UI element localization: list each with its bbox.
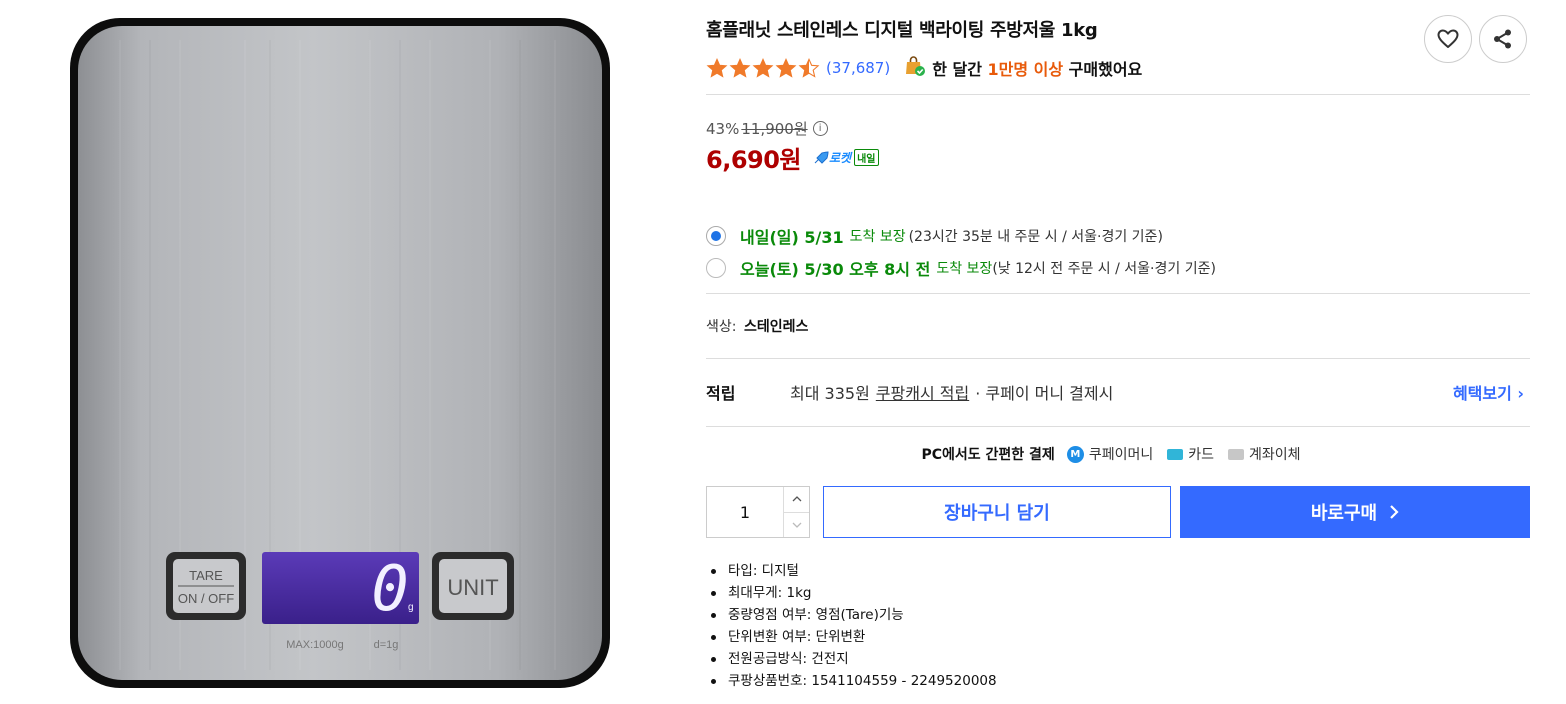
delivery-date: 내일(일) 5/31	[740, 228, 844, 247]
buy-now-label: 바로구매	[1310, 503, 1378, 524]
chevron-right-icon	[1390, 505, 1399, 519]
payment-method-label: 쿠페이머니	[1088, 447, 1154, 463]
delivery-guarantee: 도착 보장	[849, 229, 906, 245]
rocket-tomorrow-badge: 내일	[854, 149, 879, 166]
wishlist-button[interactable]	[1424, 15, 1472, 63]
spec-item: 중량영점 여부: 영점(Tare)기능	[706, 604, 997, 626]
spec-list: 타입: 디지털 최대무게: 1kg 중량영점 여부: 영점(Tare)기능 단위변환 …	[706, 560, 997, 692]
buy-now-button[interactable]: 바로구매	[1180, 486, 1530, 538]
coupay-money-icon: M	[1066, 445, 1084, 463]
share-icon	[1494, 29, 1511, 49]
reward-row: 적립 최대 335원 쿠팡캐시 적립 · 쿠페이 머니 결제시 혜택보기 ›	[706, 380, 1530, 404]
sale-price: 6,690원	[706, 146, 802, 174]
discount-rate: 43%	[706, 119, 740, 138]
benefits-link[interactable]: 혜택보기 ›	[1453, 380, 1524, 404]
tare-label: TARE	[189, 568, 223, 583]
product-title: 홈플래닛 스테인레스 디지털 백라이팅 주방저울 1kg	[706, 20, 1098, 41]
bank-transfer-icon	[1227, 448, 1244, 460]
quantity-decrease-button[interactable]	[784, 511, 809, 538]
spec-item: 최대무게: 1kg	[706, 582, 997, 604]
reward-amount: 최대 335원	[790, 384, 870, 403]
spec-item: 타입: 디지털	[706, 560, 997, 582]
payment-method-label: 계좌이체	[1248, 447, 1301, 463]
star-icon	[706, 57, 728, 78]
payment-method-coupay: M 쿠페이머니	[1066, 444, 1154, 464]
info-icon[interactable]: i	[812, 121, 828, 136]
easy-payment-row: PC에서도 간편한 결제 M 쿠페이머니 카드 계좌이체	[706, 444, 1530, 464]
spec-item: 단위변환 여부: 단위변환	[706, 626, 997, 648]
payment-method-label: 카드	[1188, 447, 1214, 463]
rocket-delivery-badge: 로켓 내일	[813, 149, 879, 166]
coupang-cash-link[interactable]: 쿠팡캐시 적립	[876, 380, 969, 404]
rating-row: (37,687) 한 달간 1만명 이상 구매했어요	[706, 56, 1142, 80]
purchase-count-text: 한 달간 1만명 이상 구매했어요	[932, 56, 1142, 80]
reward-label: 적립	[706, 384, 736, 403]
delivery-radio[interactable]	[706, 258, 726, 278]
delivery-note: (낮 12시 전 주문 시 / 서울·경기 기준)	[992, 261, 1216, 277]
rocket-icon	[814, 150, 829, 164]
reward-condition: · 쿠페이 머니 결제시	[975, 384, 1114, 403]
star-rating[interactable]	[706, 57, 820, 79]
max-weight-label: MAX:1000g	[286, 639, 343, 651]
division-label: d=1g	[374, 639, 399, 651]
heart-icon	[1437, 29, 1459, 48]
option-label: 색상:	[706, 319, 737, 335]
spec-item: 전원공급방식: 건전지	[706, 648, 997, 670]
add-to-cart-button[interactable]: 장바구니 담기	[823, 486, 1171, 538]
chevron-down-icon	[792, 522, 801, 528]
benefits-label: 혜택보기	[1452, 384, 1512, 403]
divider	[706, 426, 1530, 427]
star-icon	[798, 57, 820, 78]
option-value: 스테인레스	[743, 319, 809, 335]
tare-button-graphic: TARE ON / OFF	[166, 552, 246, 620]
review-count-link[interactable]: (37,687)	[826, 59, 890, 77]
shopping-bag-check-icon	[904, 55, 926, 81]
card-icon	[1167, 448, 1184, 460]
star-icon	[775, 57, 797, 78]
delivery-radio-selected[interactable]	[706, 226, 726, 246]
bought-highlight: 1만명 이상	[987, 60, 1064, 79]
bought-suffix: 구매했어요	[1063, 60, 1143, 79]
divider	[706, 293, 1530, 294]
product-image: TARE ON / OFF 0 g UNIT MAX:1000g d=1g	[60, 10, 620, 700]
unit-label: UNIT	[447, 575, 498, 600]
divider	[706, 358, 1530, 359]
quantity-input[interactable]	[707, 487, 783, 537]
lcd-value: 0	[371, 552, 408, 625]
chevron-right-icon: ›	[1517, 384, 1524, 403]
payment-method-card: 카드	[1167, 444, 1214, 464]
product-info: 홈플래닛 스테인레스 디지털 백라이팅 주방저울 1kg (37,687) 한 …	[706, 0, 1530, 704]
easy-payment-label: PC에서도 간편한 결제	[921, 447, 1055, 463]
quantity-stepper	[706, 486, 810, 538]
divider	[706, 94, 1530, 95]
discount-row: 43% 11,900원 i	[706, 118, 828, 139]
spec-item: 쿠팡상품번호: 1541104559 - 2249520008	[706, 670, 997, 692]
star-icon	[729, 57, 751, 78]
payment-method-bank: 계좌이체	[1227, 444, 1301, 464]
original-price: 11,900원	[741, 120, 808, 138]
rocket-label: 로켓	[829, 151, 852, 165]
on-off-label: ON / OFF	[178, 591, 234, 606]
star-icon	[752, 57, 774, 78]
delivery-note: (23시간 35분 내 주문 시 / 서울·경기 기준)	[908, 229, 1163, 245]
delivery-option-tomorrow[interactable]: 내일(일) 5/31 도착 보장 (23시간 35분 내 주문 시 / 서울·경…	[706, 224, 1163, 248]
unit-button-graphic: UNIT	[432, 552, 514, 620]
delivery-option-today[interactable]: 오늘(토) 5/30 오후 8시 전 도착 보장 (낮 12시 전 주문 시 /…	[706, 256, 1216, 280]
delivery-date: 오늘(토) 5/30 오후 8시 전	[740, 260, 931, 279]
delivery-guarantee: 도착 보장	[936, 261, 993, 277]
quantity-increase-button[interactable]	[784, 487, 809, 512]
lcd-unit: g	[408, 602, 414, 613]
chevron-up-icon	[792, 496, 801, 502]
bought-prefix: 한 달간	[932, 60, 988, 79]
price-row: 6,690원 로켓 내일	[706, 140, 879, 175]
share-button[interactable]	[1479, 15, 1527, 63]
color-option: 색상: 스테인레스	[706, 316, 808, 336]
